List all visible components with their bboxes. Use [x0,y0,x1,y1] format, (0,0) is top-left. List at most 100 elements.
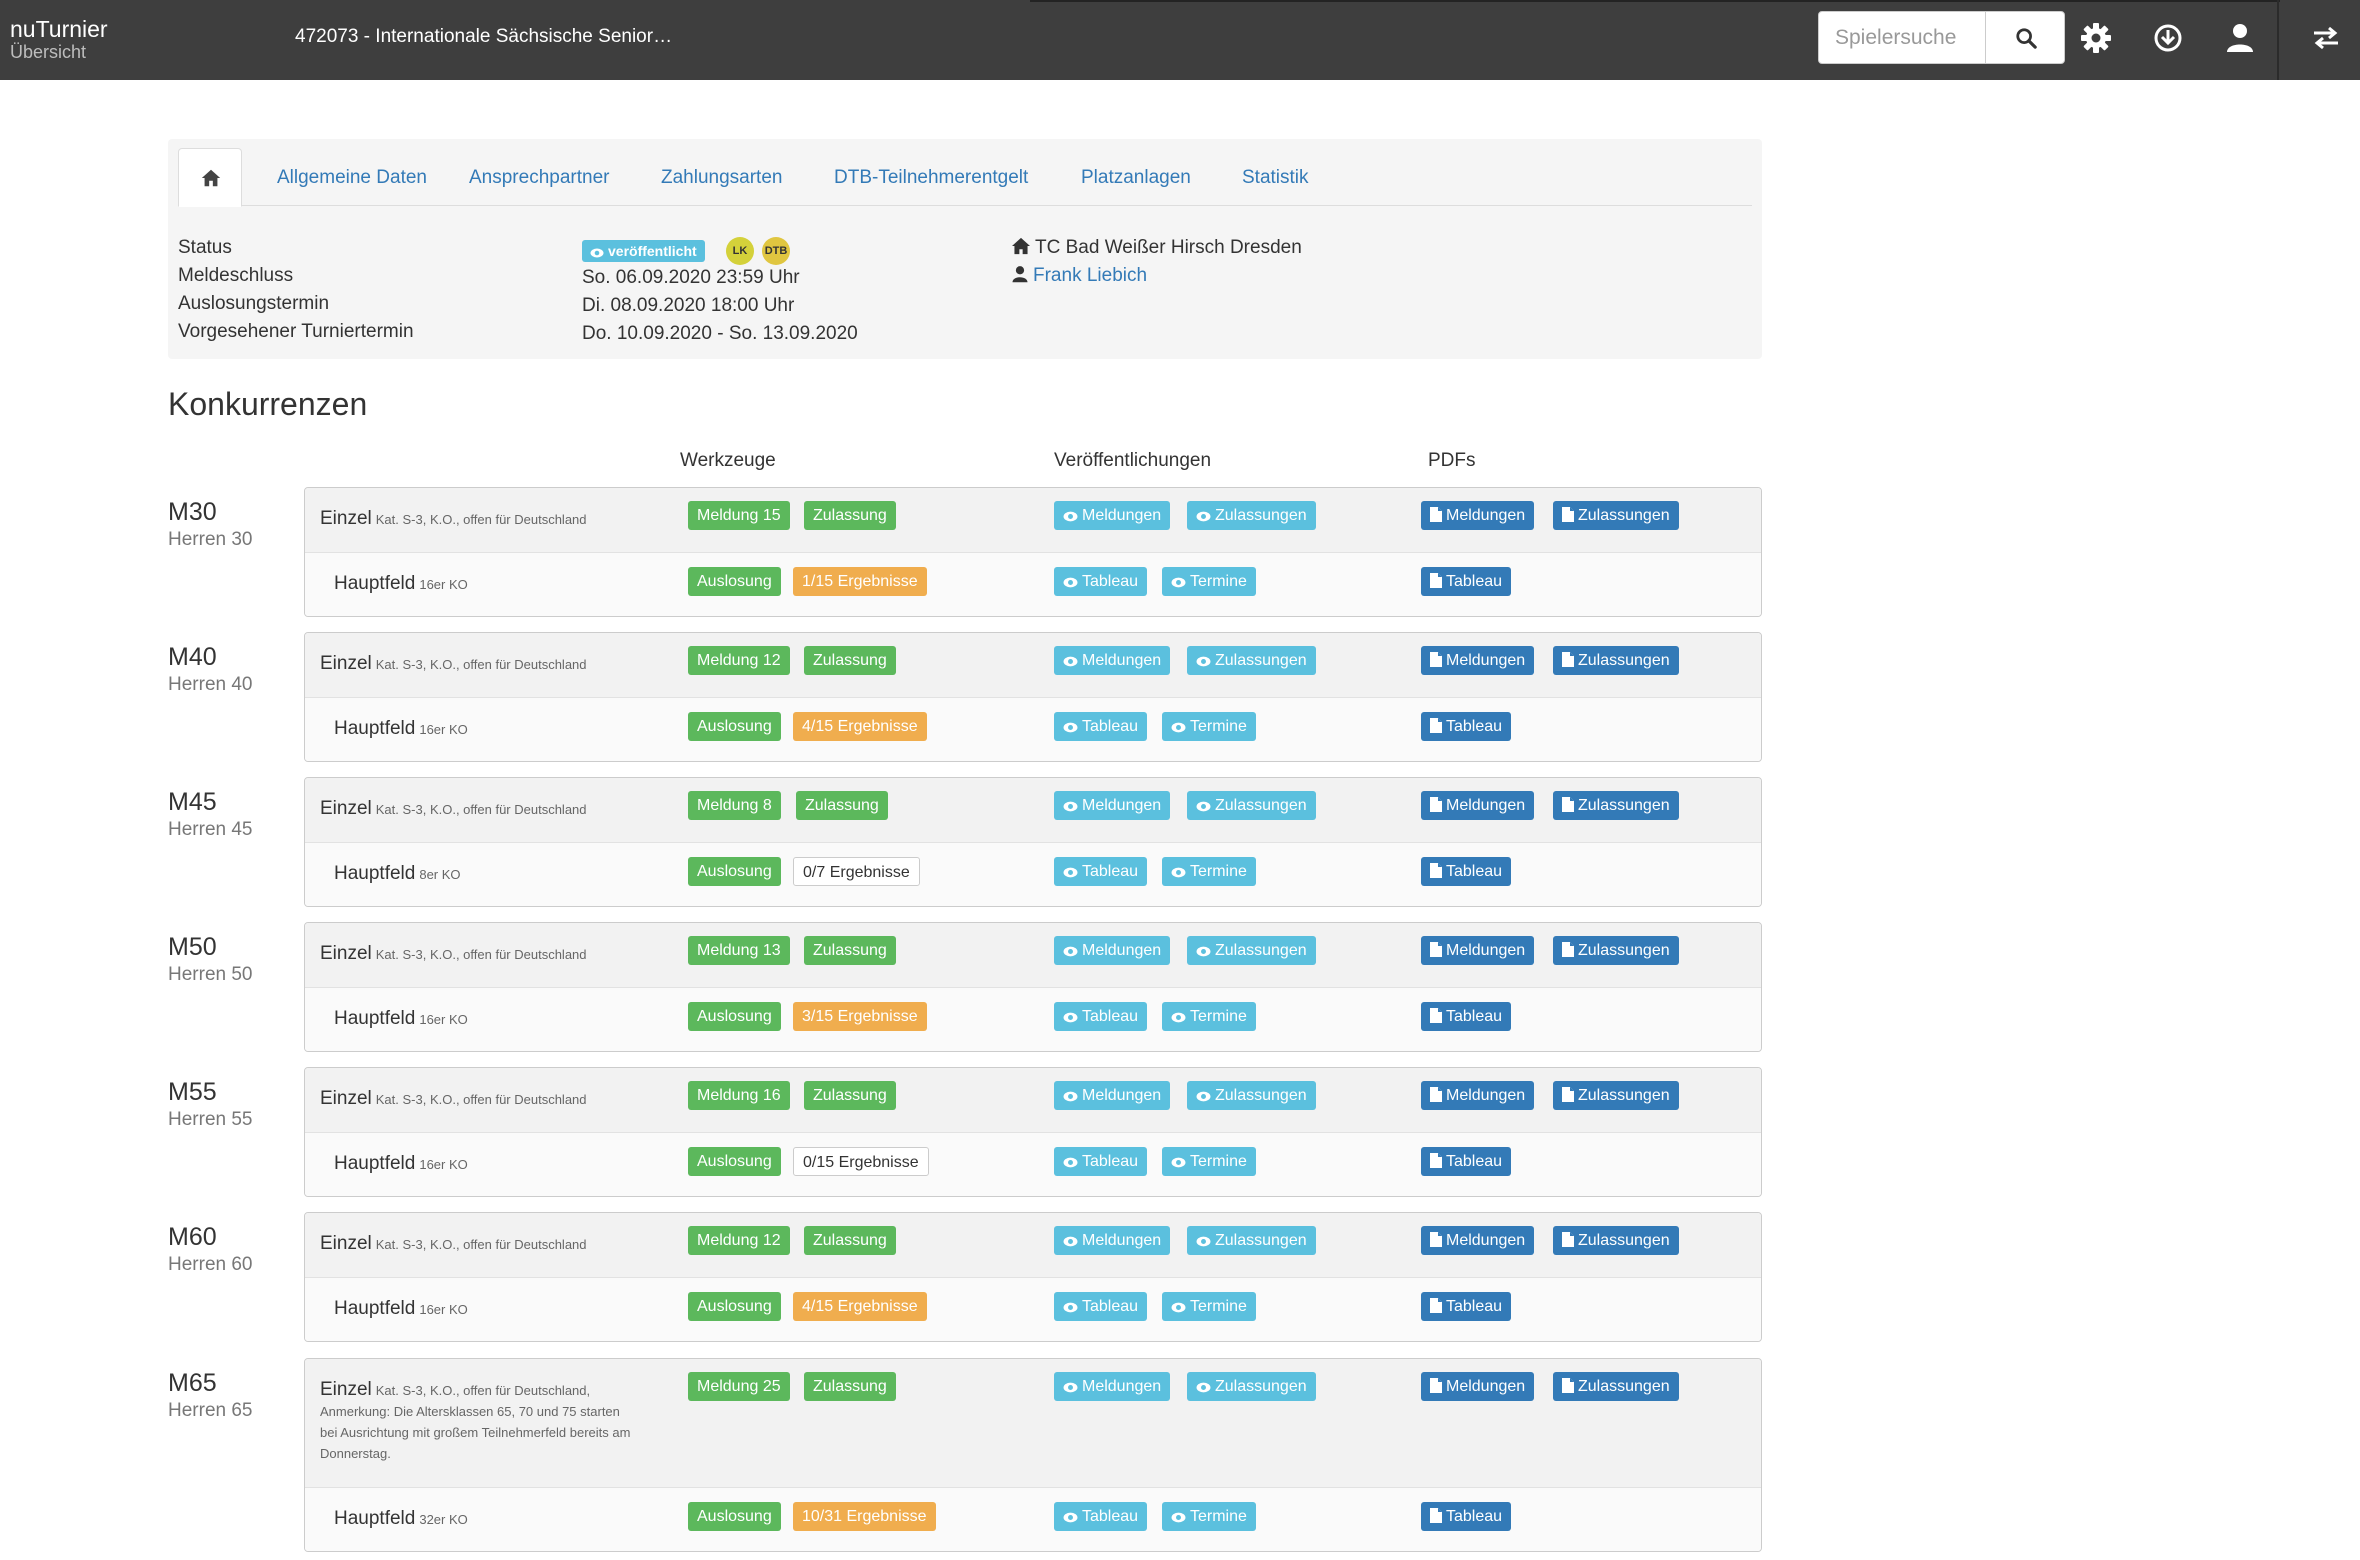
pdf-tableau-button[interactable]: Tableau [1421,1147,1512,1176]
pdf-meldungen-button[interactable]: Meldungen [1421,646,1535,675]
pdf-zulassungen-button[interactable]: Zulassungen [1553,791,1679,820]
auslosung-button[interactable]: Auslosung [688,1292,781,1321]
publish-tableau-button[interactable]: Tableau [1054,1147,1148,1176]
pdf-tableau-button[interactable]: Tableau [1421,1002,1512,1031]
publish-zulassungen-button[interactable]: Zulassungen [1187,1372,1316,1401]
pdf-meldungen-button[interactable]: Meldungen [1421,936,1535,965]
publish-zulassungen-button[interactable]: Zulassungen [1187,791,1316,820]
ergebnisse-button[interactable]: 0/15 Ergebnisse [793,1147,929,1176]
brand[interactable]: nuTurnier Übersicht [10,16,108,62]
pdf-meldungen-button[interactable]: Meldungen [1421,1226,1535,1255]
zulassung-button[interactable]: Zulassung [804,936,896,965]
pdf-meldungen-button[interactable]: Meldungen [1421,1372,1535,1401]
tab-home[interactable] [178,148,242,207]
zulassung-button[interactable]: Zulassung [804,501,896,530]
eye-icon [1171,1512,1186,1523]
ergebnisse-button[interactable]: 10/31 Ergebnisse [793,1502,936,1531]
pdf-zulassungen-button[interactable]: Zulassungen [1553,1081,1679,1110]
tab-dtb-teilnehmerentgelt[interactable]: DTB-Teilnehmerentgelt [834,148,1028,206]
pdf-meldungen-button[interactable]: Meldungen [1421,791,1535,820]
pdf-tableau-button[interactable]: Tableau [1421,1292,1512,1321]
user-icon[interactable] [2222,20,2258,56]
publish-termine-button[interactable]: Termine [1162,1147,1256,1176]
publish-zulassungen-button[interactable]: Zulassungen [1187,501,1316,530]
auslosung-button[interactable]: Auslosung [688,712,781,741]
publish-meldungen-button[interactable]: Meldungen [1054,1226,1171,1255]
meldung-button[interactable]: Meldung 25 [688,1372,790,1401]
auslosung-button[interactable]: Auslosung [688,1502,781,1531]
publish-tableau-button[interactable]: Tableau [1054,712,1148,741]
publish-meldungen-button[interactable]: Meldungen [1054,646,1171,675]
pdf-meldungen-button[interactable]: Meldungen [1421,501,1535,530]
player-search-input[interactable]: Spielersuche [1818,11,1986,64]
publish-meldungen-button[interactable]: Meldungen [1054,1081,1171,1110]
meldung-button[interactable]: Meldung 15 [688,501,790,530]
zulassung-button[interactable]: Zulassung [804,1372,896,1401]
meldung-button[interactable]: Meldung 8 [688,791,781,820]
auslosung-button[interactable]: Auslosung [688,567,781,596]
pdf-meldungen-button[interactable]: Meldungen [1421,1081,1535,1110]
publish-tableau-button[interactable]: Tableau [1054,567,1148,596]
publish-termine-button[interactable]: Termine [1162,857,1256,886]
tournament-title[interactable]: 472073 - Internationale Sächsische Senio… [295,26,672,48]
publish-termine-button[interactable]: Termine [1162,712,1256,741]
ergebnisse-button[interactable]: 0/7 Ergebnisse [793,857,920,886]
publish-termine-button[interactable]: Termine [1162,1002,1256,1031]
publish-termine-button[interactable]: Termine [1162,1502,1256,1531]
pdf-tableau-button[interactable]: Tableau [1421,567,1512,596]
auslosung-button[interactable]: Auslosung [688,857,781,886]
publish-zulassungen-button[interactable]: Zulassungen [1187,646,1316,675]
pdf-zulassungen-button[interactable]: Zulassungen [1553,936,1679,965]
zulassung-button[interactable]: Zulassung [804,1081,896,1110]
meldung-button[interactable]: Meldung 12 [688,1226,790,1255]
publish-zulassungen-button[interactable]: Zulassungen [1187,1226,1316,1255]
tab-allgemeine-daten[interactable]: Allgemeine Daten [277,148,427,206]
meldung-button[interactable]: Meldung 13 [688,936,790,965]
switch-arrows-icon[interactable] [2308,20,2344,56]
contact-link[interactable]: Frank Liebich [1033,265,1147,286]
publish-zulassungen-button[interactable]: Zulassungen [1187,1081,1316,1110]
publish-termine-button[interactable]: Termine [1162,567,1256,596]
tab-ansprechpartner[interactable]: Ansprechpartner [469,148,609,206]
publish-meldungen-button[interactable]: Meldungen [1054,1372,1171,1401]
gear-icon[interactable] [2078,20,2114,56]
pdf-zulassungen-button[interactable]: Zulassungen [1553,1226,1679,1255]
pdf-zulassungen-button[interactable]: Zulassungen [1553,501,1679,530]
brand-title[interactable]: nuTurnier [10,16,108,42]
publish-zulassungen-button[interactable]: Zulassungen [1187,936,1316,965]
search-button[interactable] [1985,11,2065,64]
zulassung-button[interactable]: Zulassung [804,646,896,675]
pdf-tableau-button[interactable]: Tableau [1421,857,1512,886]
pdf-tableau-button[interactable]: Tableau [1421,1502,1512,1531]
publish-tableau-button[interactable]: Tableau [1054,857,1148,886]
meldung-button[interactable]: Meldung 16 [688,1081,790,1110]
einzel-name: Einzel Kat. S-3, K.O., offen für Deutschl… [320,1088,587,1109]
auslosung-button[interactable]: Auslosung [688,1147,781,1176]
ergebnisse-button[interactable]: 3/15 Ergebnisse [793,1002,927,1031]
meldung-button[interactable]: Meldung 12 [688,646,790,675]
publish-meldungen-button[interactable]: Meldungen [1054,791,1171,820]
tab-statistik[interactable]: Statistik [1242,148,1309,206]
publish-tableau-button[interactable]: Tableau [1054,1292,1148,1321]
tab-zahlungsarten[interactable]: Zahlungsarten [661,148,782,206]
zulassung-button[interactable]: Zulassung [804,1226,896,1255]
venue: TC Bad Weißer Hirsch Dresden [1011,237,1302,259]
download-circle-icon[interactable] [2150,20,2186,56]
ergebnisse-button[interactable]: 4/15 Ergebnisse [793,712,927,741]
pdf-tableau-button[interactable]: Tableau [1421,712,1512,741]
auslosung-button[interactable]: Auslosung [688,1002,781,1031]
ergebnisse-button[interactable]: 1/15 Ergebnisse [793,567,927,596]
zulassung-button[interactable]: Zulassung [796,791,888,820]
pdf-zulassungen-button[interactable]: Zulassungen [1553,646,1679,675]
publish-termine-button[interactable]: Termine [1162,1292,1256,1321]
publish-tableau-button[interactable]: Tableau [1054,1502,1148,1531]
ergebnisse-button-text: 3/15 Ergebnisse [802,1008,918,1025]
dtb-badge: DTB [762,237,790,265]
ergebnisse-button[interactable]: 4/15 Ergebnisse [793,1292,927,1321]
publish-tableau-button[interactable]: Tableau [1054,1002,1148,1031]
publish-meldungen-button[interactable]: Meldungen [1054,936,1171,965]
publish-meldungen-button[interactable]: Meldungen [1054,501,1171,530]
publish-meldungen-button-text: Meldungen [1082,1378,1162,1395]
pdf-zulassungen-button[interactable]: Zulassungen [1553,1372,1679,1401]
tab-platzanlagen[interactable]: Platzanlagen [1081,148,1191,206]
